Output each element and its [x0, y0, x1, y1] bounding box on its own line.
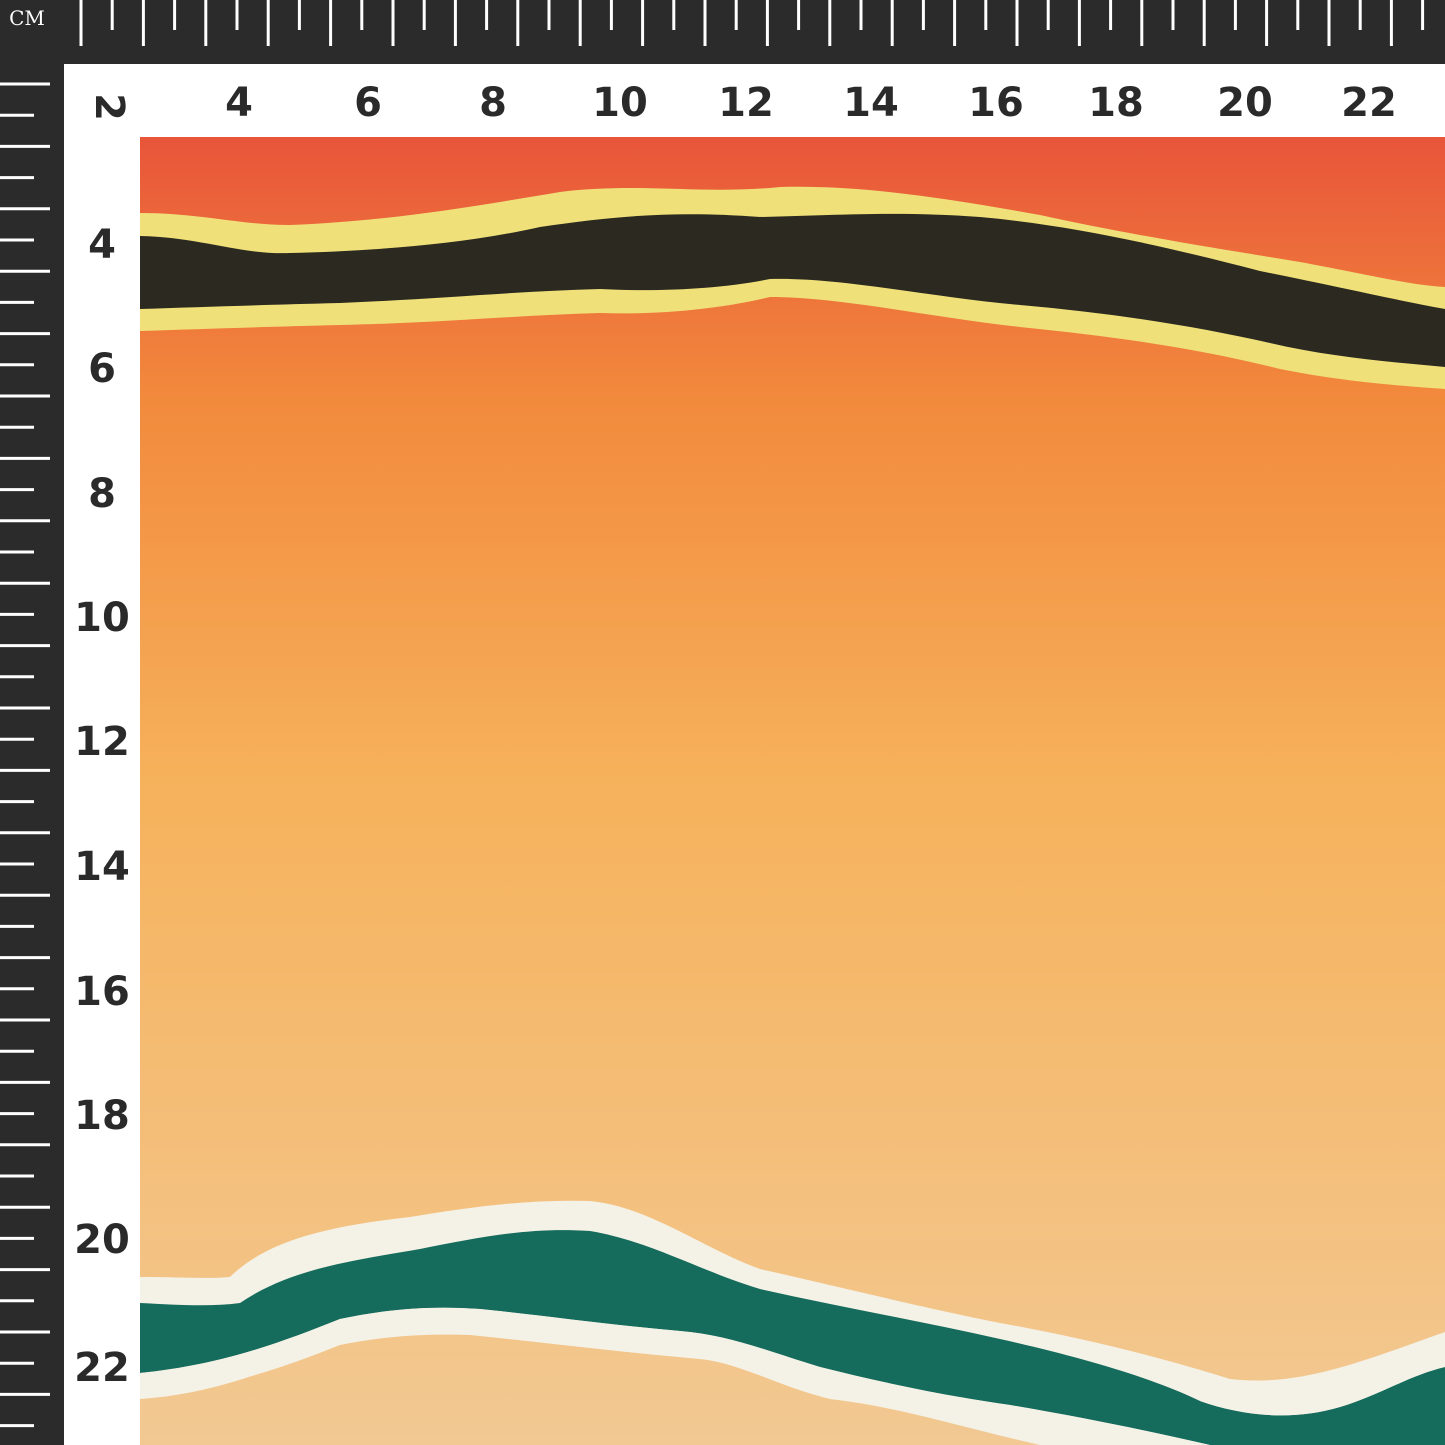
side-number: 16	[74, 969, 130, 1015]
top-number: 18	[1088, 80, 1144, 126]
top-number: 4	[225, 80, 253, 126]
top-number: 6	[354, 80, 382, 126]
fabric-print	[140, 137, 1445, 1445]
top-number: 12	[718, 80, 774, 126]
side-number: 10	[74, 595, 130, 641]
top-number: 16	[968, 80, 1024, 126]
side-number: 12	[74, 719, 130, 765]
side-number: 22	[74, 1345, 130, 1391]
fabric-swatch	[140, 137, 1445, 1445]
ruler-frame: CM 2 4 6 8 10 12 14 16 18 20 22 4 6 8 10…	[0, 0, 1445, 1445]
top-number: 8	[479, 80, 507, 126]
side-number: 18	[74, 1093, 130, 1139]
side-number: 8	[88, 471, 116, 517]
side-number: 4	[88, 222, 116, 268]
top-number: 22	[1341, 80, 1397, 126]
side-number: 20	[74, 1217, 130, 1263]
top-number: 20	[1217, 80, 1273, 126]
side-number: 14	[74, 844, 130, 890]
top-number: 14	[843, 80, 899, 126]
top-number: 10	[592, 80, 648, 126]
corner-number: 2	[86, 93, 132, 121]
side-number: 6	[88, 346, 116, 392]
